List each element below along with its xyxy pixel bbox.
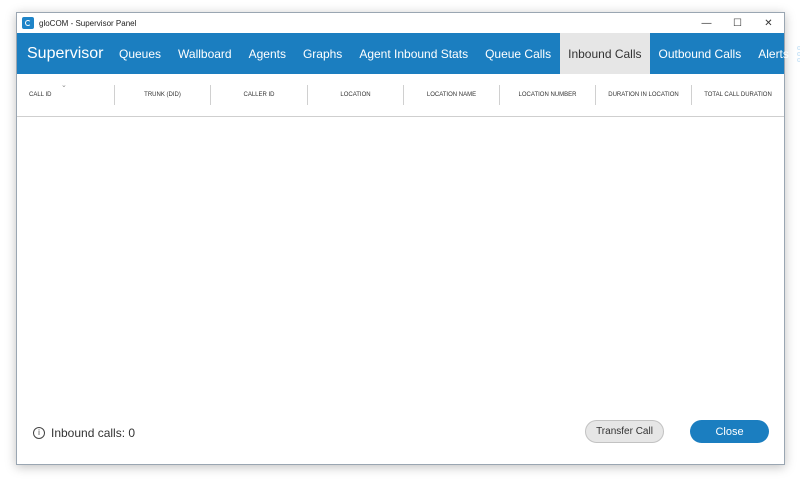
column-label: LOCATION NUMBER bbox=[518, 92, 577, 98]
close-button[interactable]: Close bbox=[690, 420, 769, 443]
column-header-call-id[interactable]: ⌄ CALL ID bbox=[17, 74, 114, 116]
main-navigation: Supervisor Queues Wallboard Agents Graph… bbox=[17, 33, 800, 74]
inbound-calls-count: Inbound calls: 0 bbox=[51, 426, 136, 440]
tab-agents[interactable]: Agents bbox=[240, 33, 294, 74]
brand-title: Supervisor bbox=[27, 44, 104, 62]
column-label: DURATION IN LOCATION bbox=[608, 92, 679, 98]
transfer-call-button[interactable]: Transfer Call bbox=[585, 420, 664, 443]
column-label: TRUNK (DID) bbox=[144, 92, 181, 98]
column-label: CALL ID bbox=[29, 92, 52, 98]
column-header-duration-in-location[interactable]: DURATION IN LOCATION bbox=[595, 85, 691, 105]
tab-outbound-calls[interactable]: Outbound Calls bbox=[650, 33, 750, 74]
column-label: LOCATION bbox=[340, 92, 371, 98]
column-header-caller-id[interactable]: CALLER ID bbox=[210, 85, 307, 105]
column-header-location-name[interactable]: LOCATION NAME bbox=[403, 85, 499, 105]
inbound-calls-table-body bbox=[17, 117, 784, 407]
supervisor-panel-window: gloCOM - Supervisor Panel — ☐ ✕ Supervis… bbox=[16, 12, 800, 465]
column-header-location[interactable]: LOCATION bbox=[307, 85, 403, 105]
column-header-total-call-duration[interactable]: TOTAL CALL DURATION bbox=[691, 85, 784, 105]
tab-alerts[interactable]: Alerts bbox=[750, 33, 798, 74]
table-header: ⌄ CALL ID TRUNK (DID) CALLER ID LOCATION… bbox=[17, 74, 784, 117]
close-window-button[interactable]: ✕ bbox=[753, 13, 784, 33]
column-header-trunk-did[interactable]: TRUNK (DID) bbox=[114, 85, 210, 105]
tab-graphs[interactable]: Graphs bbox=[294, 33, 350, 74]
tab-queues[interactable]: Queues bbox=[110, 33, 169, 74]
sort-chevron-icon: ⌄ bbox=[61, 82, 67, 89]
column-label: TOTAL CALL DURATION bbox=[704, 92, 772, 98]
column-label: CALLER ID bbox=[243, 92, 275, 98]
window-controls: — ☐ ✕ bbox=[691, 13, 784, 33]
tab-agent-inbound-stats[interactable]: Agent Inbound Stats bbox=[351, 33, 477, 74]
info-icon: i bbox=[33, 427, 45, 439]
inbound-calls-status: i Inbound calls: 0 bbox=[33, 426, 135, 440]
tab-queue-calls[interactable]: Queue Calls bbox=[477, 33, 560, 74]
tab-wallboard[interactable]: Wallboard bbox=[170, 33, 241, 74]
column-header-location-number[interactable]: LOCATION NUMBER bbox=[499, 85, 595, 105]
minimize-button[interactable]: — bbox=[691, 13, 722, 33]
tab-inbound-calls[interactable]: Inbound Calls bbox=[559, 33, 650, 74]
title-bar: gloCOM - Supervisor Panel — ☐ ✕ bbox=[17, 13, 784, 33]
window-title: gloCOM - Supervisor Panel bbox=[39, 18, 137, 28]
footer-bar: i Inbound calls: 0 Transfer Call Close bbox=[17, 408, 784, 464]
column-label: LOCATION NAME bbox=[426, 92, 477, 98]
app-logo-icon bbox=[22, 17, 34, 29]
maximize-button[interactable]: ☐ bbox=[722, 13, 753, 33]
